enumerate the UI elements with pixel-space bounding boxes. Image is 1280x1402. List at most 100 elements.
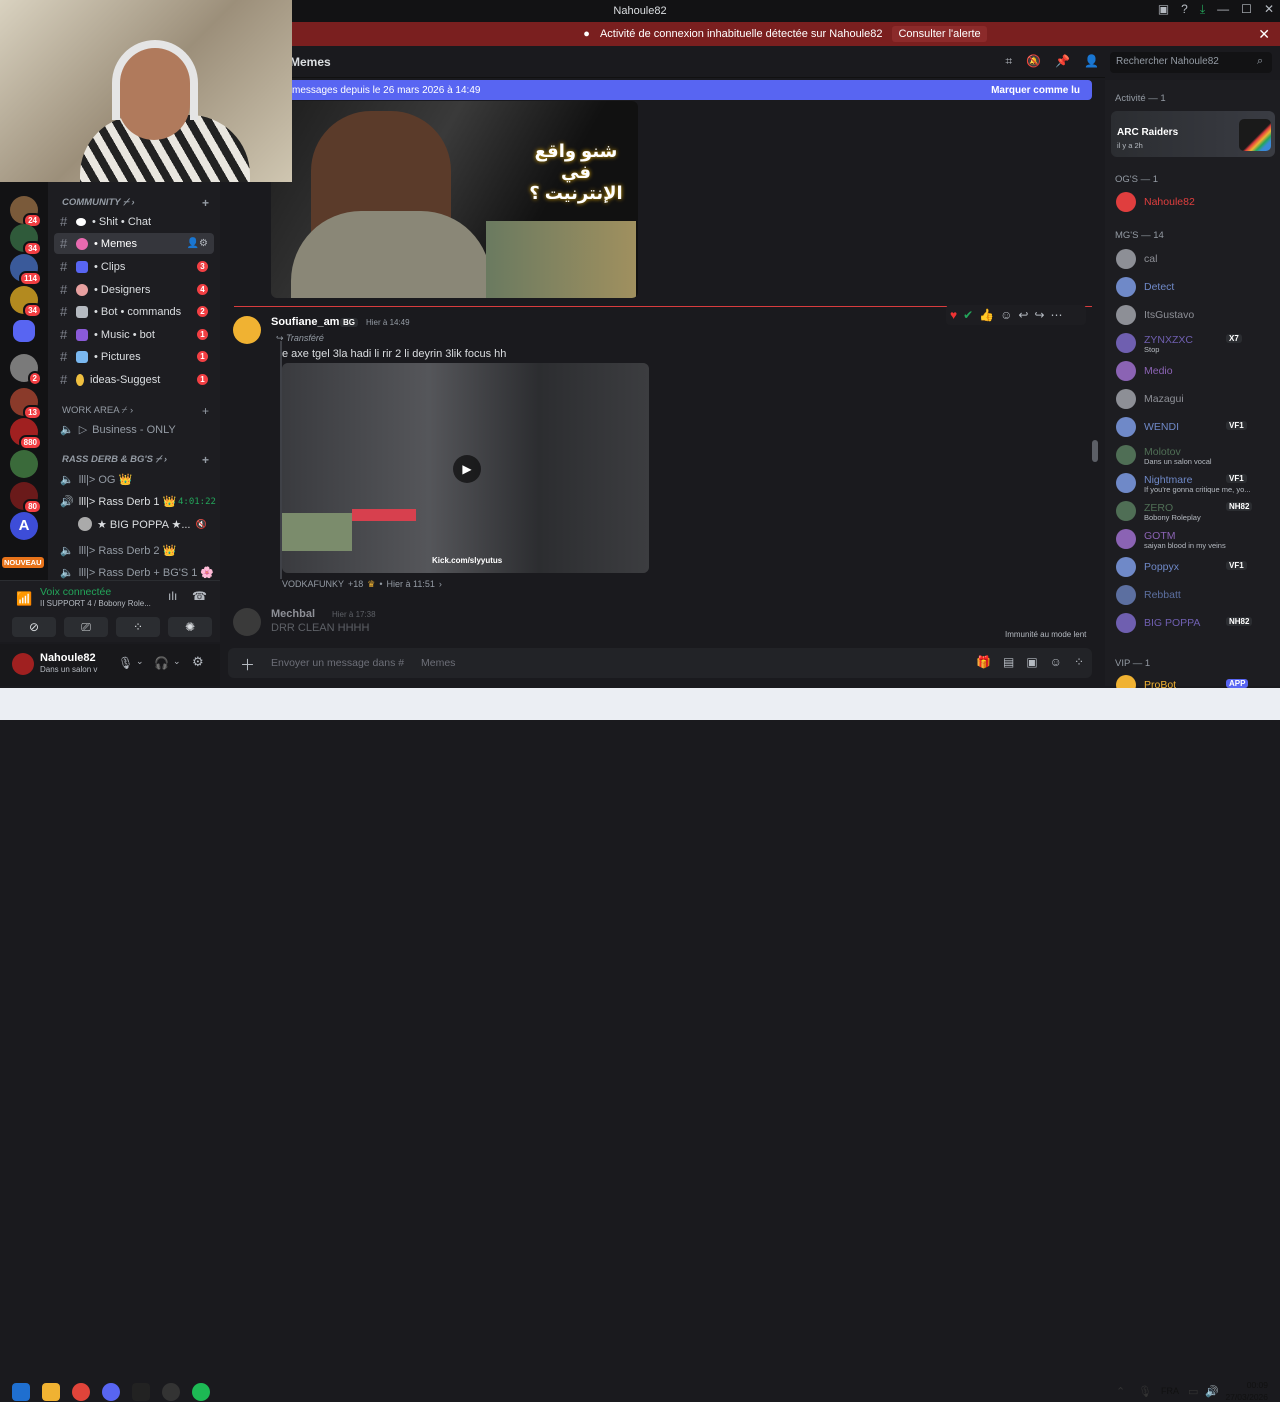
add-channel-icon[interactable]: + (202, 196, 209, 210)
meme-image[interactable]: شنو واقع في الإنترنيت ؟ (271, 101, 638, 298)
close-alert-icon[interactable]: ✕ (1258, 26, 1270, 43)
threads-icon[interactable]: ⌗ (1005, 54, 1012, 69)
server-icon[interactable]: 880 (10, 418, 42, 450)
message-author[interactable]: Mechbal (271, 608, 315, 620)
member-row[interactable]: ItsGustavo (1113, 302, 1275, 328)
voice-channel-rass-derb-2[interactable]: 🔈 lll|> Rass Derb 2 👑 (60, 544, 176, 557)
member-row[interactable]: WENDI VF1 (1113, 414, 1275, 440)
server-icon[interactable]: 34 (10, 224, 42, 256)
noise-suppression-icon[interactable]: ılı (168, 589, 177, 603)
voice-status[interactable]: Voix connectée (40, 586, 111, 598)
close-window-button[interactable]: ✕ (1264, 2, 1274, 17)
avatar[interactable] (233, 608, 261, 636)
message-author[interactable]: Soufiane_am (271, 316, 339, 328)
category-rass-derb[interactable]: RASS DERB & BG'S ⌿ › + (62, 453, 209, 467)
maximize-button[interactable]: ☐ (1241, 2, 1252, 17)
member-row[interactable]: Poppyx VF1 (1113, 554, 1275, 580)
mark-read-button[interactable]: Marquer comme lu (991, 85, 1080, 96)
start-icon[interactable] (12, 1383, 30, 1401)
gif-icon[interactable]: ▤ (1003, 655, 1014, 669)
add-channel-icon[interactable]: + (202, 453, 209, 467)
channel-bot-commands[interactable]: # • Bot • commands 2 (54, 301, 214, 322)
member-row[interactable]: Nahoule82 (1113, 189, 1275, 215)
member-list-icon[interactable]: 👤 (1084, 54, 1099, 69)
apps-icon[interactable]: ⁘ (1074, 655, 1084, 669)
add-channel-icon[interactable]: + (202, 404, 209, 418)
forward-source[interactable]: VODKAFUNKY +18 ♛ • Hier à 11:51 › (282, 579, 442, 590)
category-work-area[interactable]: WORK AREA ⌿ › + (62, 404, 209, 418)
category-community[interactable]: COMMUNITY ⌿ › + (62, 196, 209, 210)
network-icon[interactable]: ▭ (1188, 1385, 1198, 1398)
headphones-icon[interactable]: 🎧 (154, 656, 169, 670)
add-reaction-icon[interactable]: ☺ (1000, 308, 1012, 322)
new-messages-bar[interactable]: messages depuis le 26 mars 2026 à 14:49 … (290, 80, 1092, 100)
microphone-icon[interactable]: 🎙 (118, 656, 133, 670)
capcut-icon[interactable] (132, 1383, 150, 1401)
discord-icon[interactable] (102, 1383, 120, 1401)
help-icon[interactable]: ? (1181, 2, 1188, 17)
language-indicator[interactable]: FRA (1161, 1386, 1179, 1396)
gift-icon[interactable]: 🎁 (976, 655, 991, 669)
member-row[interactable]: Rebbatt (1113, 582, 1275, 608)
volume-icon[interactable]: 🔊 (1205, 1385, 1219, 1398)
search-input[interactable]: Rechercher Nahoule82 (1110, 52, 1272, 73)
emoji-icon[interactable]: ☺ (1050, 655, 1062, 669)
server-icon[interactable]: 13 (10, 388, 42, 420)
member-row[interactable]: GOTM saiyan blood in my veins (1113, 526, 1275, 552)
channel-business[interactable]: 🔈 ▷ Business - ONLY (60, 423, 176, 437)
tray-chevron-icon[interactable]: ⌃ (1116, 1385, 1125, 1398)
message-composer[interactable]: ＋ Envoyer un message dans # Memes 🎁 ▤ ▣ … (228, 648, 1092, 678)
server-icon[interactable]: 80 (10, 482, 42, 514)
mic-tray-icon[interactable]: 🎙 (1138, 1385, 1152, 1398)
soundboard-button[interactable]: ✺ (168, 617, 212, 637)
obs-icon[interactable] (162, 1383, 180, 1401)
server-icon[interactable] (10, 450, 38, 478)
folder-icon[interactable] (13, 320, 35, 342)
clock-date[interactable]: 27/03/2026 (1220, 1392, 1268, 1402)
camera-off-button[interactable]: ⊘ (12, 617, 56, 637)
screen-share-button[interactable]: ⎚ (64, 617, 108, 637)
channel-music-bot[interactable]: # • Music • bot 1 (54, 324, 214, 345)
view-alert-button[interactable]: Consulter l'alerte (892, 26, 987, 42)
server-icon[interactable]: 34 (10, 286, 42, 318)
pin-icon[interactable]: 📌 (1055, 54, 1070, 69)
more-icon[interactable]: ⋯ (1051, 308, 1063, 322)
file-explorer-icon[interactable] (42, 1383, 60, 1401)
chevron-down-icon[interactable]: ⌄ (136, 656, 144, 667)
voice-channel-og[interactable]: 🔈 lll|> OG 👑 (60, 473, 132, 486)
member-row[interactable]: Nightmare VF1 If you're gonna critique me,… (1113, 470, 1275, 496)
disconnect-icon[interactable]: ☎ (192, 589, 207, 603)
minimize-button[interactable]: — (1217, 2, 1229, 17)
video-embed[interactable]: ▶ Kick.com/slyyutus (282, 363, 649, 573)
chrome-icon[interactable] (72, 1383, 90, 1401)
member-row[interactable]: ZYNXZXC X7 Stop (1113, 330, 1275, 356)
voice-channel-rass-derb-bgs[interactable]: 🔈 lll|> Rass Derb + BG'S 1 🌸 (60, 566, 214, 579)
member-row[interactable]: Detect (1113, 274, 1275, 300)
check-react-icon[interactable]: ✔ (963, 308, 973, 322)
inbox-icon[interactable]: ▣ (1158, 2, 1169, 17)
add-attachment-icon[interactable]: ＋ (240, 654, 255, 675)
server-icon[interactable]: A (10, 512, 38, 540)
channel-pictures[interactable]: # • Pictures 1 (54, 346, 214, 367)
channel-memes[interactable]: # • Memes 👤⚙ (54, 233, 214, 254)
user-name[interactable]: Nahoule82 (40, 652, 96, 664)
avatar[interactable] (233, 316, 261, 344)
thumbs-up-icon[interactable]: 👍 (979, 308, 994, 322)
voice-user[interactable]: ★ BIG POPPA ★... 🔇 (78, 517, 207, 531)
voice-channel-rass-derb-1[interactable]: 🔊 lll|> Rass Derb 1 👑 4:01:22 (60, 495, 216, 508)
spotify-icon[interactable] (192, 1383, 210, 1401)
invite-settings-icon[interactable]: 👤⚙ (187, 238, 208, 249)
play-icon[interactable]: ▶ (453, 455, 481, 483)
member-row[interactable]: BIG POPPA NH82 (1113, 610, 1275, 636)
activity-card[interactable]: ARC Raiders il y a 2h (1111, 111, 1275, 157)
channel-shit-chat[interactable]: # • Shit • Chat (54, 211, 214, 232)
member-row[interactable]: ZERO NH82 Bobony Roleplay (1113, 498, 1275, 524)
heart-react-icon[interactable]: ♥ (950, 308, 957, 322)
gear-icon[interactable]: ⚙ (192, 654, 204, 670)
scrollbar[interactable] (1092, 440, 1098, 462)
member-row[interactable]: Medio (1113, 358, 1275, 384)
member-row[interactable]: cal (1113, 246, 1275, 272)
member-row[interactable]: Molotov Dans un salon vocal (1113, 442, 1275, 468)
download-icon[interactable]: ⤓ (1200, 2, 1205, 17)
channel-ideas-suggest[interactable]: # ideas-Suggest 1 (54, 369, 214, 390)
